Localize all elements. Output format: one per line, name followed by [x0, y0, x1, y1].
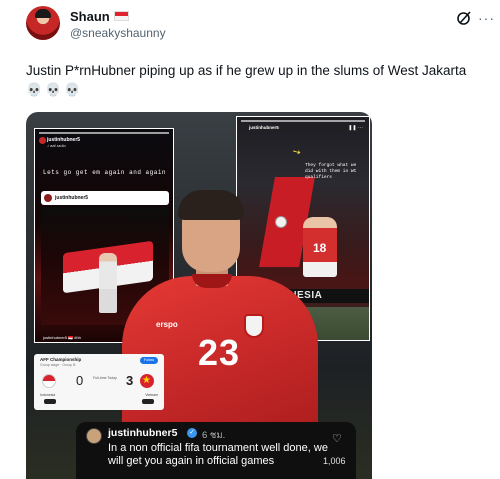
player-figure: [99, 253, 117, 313]
team-pill: [142, 399, 154, 404]
story-card-name: justinhubner5: [55, 195, 89, 201]
avatar[interactable]: [26, 6, 60, 40]
indonesia-flag-icon: [42, 374, 56, 388]
story-progress-bar: [241, 120, 365, 122]
grok-icon[interactable]: [456, 10, 472, 26]
score-card: AFF Championship Group stage · Group B F…: [34, 354, 164, 410]
comment-avatar: [86, 428, 102, 444]
home-team: Indonesia: [40, 393, 56, 397]
story-caption: They forgot what we did with them in WC …: [305, 163, 357, 180]
team-crest-icon: [244, 314, 264, 338]
story-card-avatar: [44, 194, 52, 202]
tweet-text: Justin P*rnHubner piping up as if he gre…: [26, 63, 467, 78]
heart-icon: ♡: [332, 433, 342, 445]
verified-badge-icon: ✓: [187, 428, 197, 438]
kit-brand: erspo: [156, 320, 178, 329]
story-post-footer: justinhubner5 🇮🇩 #hh: [43, 335, 81, 340]
story-username: justinhubner5: [249, 125, 279, 130]
away-team: Vietnam: [145, 393, 158, 397]
comment-like-count: 1,006: [323, 456, 346, 466]
follow-button: Follow: [140, 357, 158, 364]
display-name[interactable]: Shaun: [70, 9, 129, 24]
tweet-media-image[interactable]: justinhubner5 ♪ aaf.radio Lets go get em…: [26, 112, 372, 479]
competition-title: AFF Championship: [40, 357, 82, 362]
comment-username: justinhubner5: [108, 427, 178, 439]
star-icon: ★: [142, 375, 151, 386]
match-status: Full-time Today: [93, 376, 117, 380]
indonesia-flag-icon: [113, 11, 129, 21]
team-pill: [44, 399, 56, 404]
story-progress-bar: [39, 132, 169, 134]
tweet-header: Shaun @sneakyshaunny ···: [26, 4, 494, 48]
player-hair: [178, 190, 244, 220]
instagram-comment: justinhubner5 ✓ 6 ชม. In a non official …: [76, 422, 356, 479]
story-caption: Lets go get em again and again: [43, 169, 167, 176]
story-pause-more-icon: ❚❚ ···: [348, 125, 363, 131]
more-options-icon[interactable]: ···: [478, 11, 495, 25]
skull-emojis: 💀💀💀: [26, 82, 84, 97]
story-music-label: ♪ aaf.radio: [47, 143, 66, 148]
display-name-text[interactable]: Shaun: [70, 9, 110, 24]
arrow-icon: ➘: [290, 145, 304, 160]
away-score: 3: [126, 373, 134, 388]
comment-time: 6 ชม.: [202, 430, 226, 441]
home-score: 0: [76, 373, 84, 388]
user-handle[interactable]: @sneakyshaunny: [70, 26, 166, 40]
jersey-number: 23: [198, 332, 241, 373]
story-avatar: [39, 137, 46, 144]
competition-subtitle: Group stage · Group B: [40, 363, 76, 367]
comment-text: In a non official fifa tournament well d…: [108, 442, 328, 467]
